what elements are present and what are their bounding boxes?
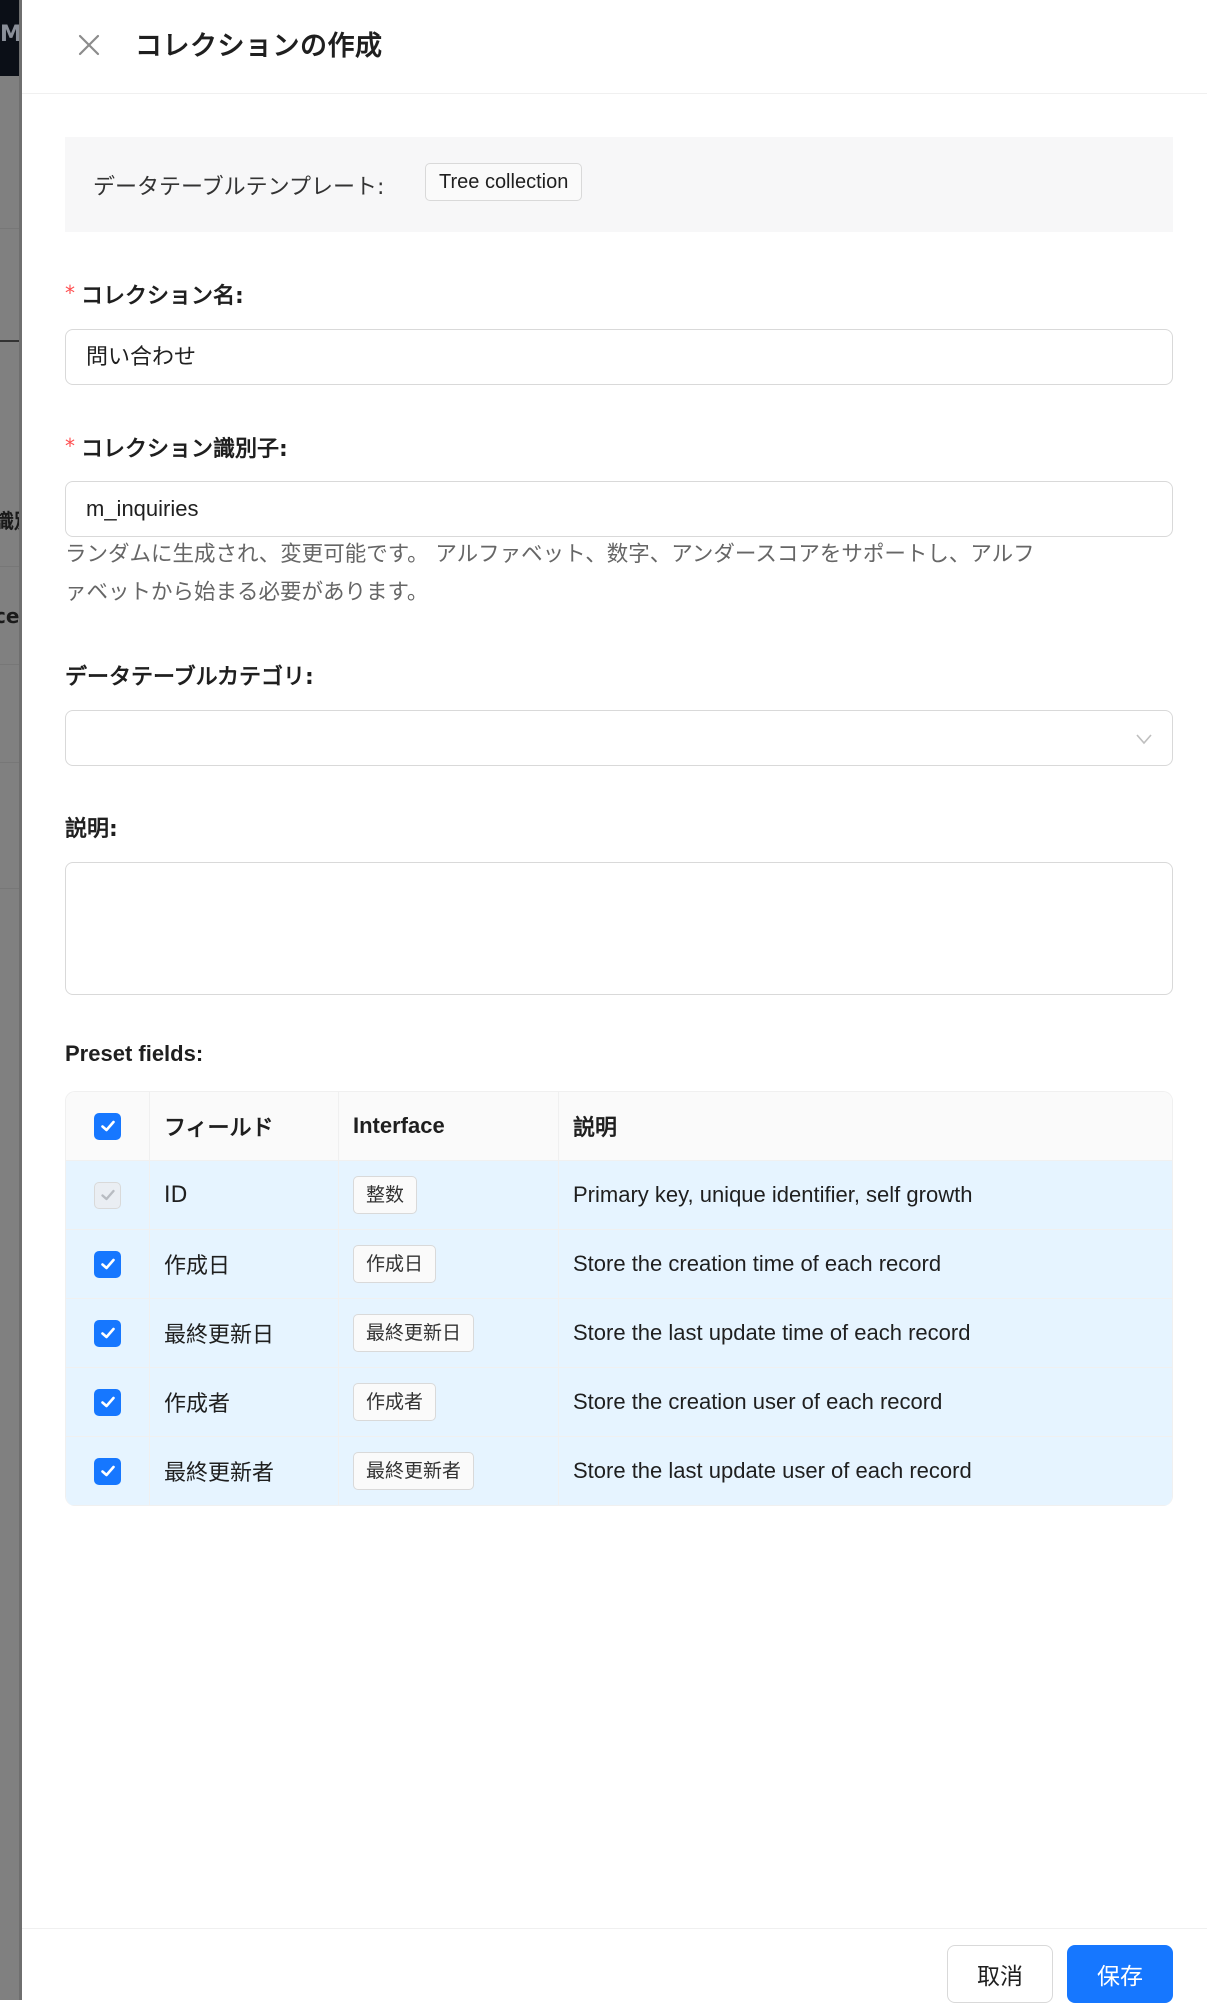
collection-identifier-input[interactable]: m_inquiries	[65, 481, 1173, 537]
help-line: ァベットから始まる必要があります。	[65, 580, 429, 605]
row-checkbox[interactable]	[94, 1181, 121, 1209]
row-checkbox[interactable]	[94, 1319, 121, 1347]
template-info-box: データテーブルテンプレート: Tree collection	[65, 137, 1173, 232]
description-textarea[interactable]	[65, 862, 1173, 995]
table-row: ID 整数 Primary key, unique identifier, se…	[66, 1161, 1172, 1230]
cancel-button[interactable]: 取消	[947, 1945, 1053, 2003]
table-row: 最終更新者 最終更新者 Store the last update user o…	[66, 1437, 1172, 1506]
column-header-interface: Interface	[339, 1092, 559, 1160]
interface-cell: 最終更新日	[339, 1299, 559, 1367]
collection-identifier-label: * コレクション識別子:	[65, 431, 288, 463]
interface-cell: 作成日	[339, 1230, 559, 1298]
collection-name-label-text: コレクション名:	[81, 284, 244, 309]
interface-cell: 整数	[339, 1161, 559, 1229]
help-line: ランダムに生成され、変更可能です。 アルファベット、数字、アンダースコアをサポー…	[65, 542, 1035, 567]
field-name: 作成者	[150, 1368, 339, 1436]
interface-cell: 作成者	[339, 1368, 559, 1436]
chevron-down-icon	[1136, 734, 1152, 745]
interface-tag: 整数	[353, 1176, 418, 1214]
field-description: Store the creation time of each record	[573, 1251, 942, 1276]
field-description: Primary key, unique identifier, self gro…	[573, 1182, 973, 1207]
required-mark: *	[65, 281, 75, 305]
collection-name-input[interactable]: 問い合わせ	[65, 329, 1173, 385]
row-checkbox[interactable]	[94, 1388, 121, 1416]
drawer-header: コレクションの作成	[22, 0, 1207, 94]
column-header-description: 説明	[573, 1116, 618, 1141]
collection-identifier-help: ランダムに生成され、変更可能です。 アルファベット、数字、アンダースコアをサポー…	[65, 536, 1173, 612]
row-checkbox[interactable]	[94, 1457, 121, 1485]
field-name: 最終更新者	[150, 1437, 339, 1505]
field-name: 作成日	[150, 1230, 339, 1298]
description-label: 説明:	[65, 817, 118, 842]
interface-tag: 最終更新者	[353, 1452, 475, 1490]
field-name: ID	[150, 1161, 339, 1229]
row-select-cell	[66, 1437, 150, 1505]
table-row: 最終更新日 最終更新日 Store the last update time o…	[66, 1299, 1172, 1368]
interface-tag: 作成日	[353, 1245, 437, 1283]
create-collection-drawer: コレクションの作成 データテーブルテンプレート: Tree collection…	[22, 0, 1207, 2003]
check-icon	[100, 1396, 115, 1408]
row-select-cell	[66, 1161, 150, 1229]
category-label: データテーブルカテゴリ:	[65, 665, 314, 690]
table-row: 作成者 作成者 Store the creation user of each …	[66, 1368, 1172, 1437]
column-header-field: フィールド	[150, 1092, 339, 1160]
table-header-row: フィールド Interface 説明	[66, 1092, 1172, 1161]
field-description: Store the last update time of each recor…	[573, 1320, 971, 1345]
collection-name-label: * コレクション名:	[65, 278, 244, 310]
category-select[interactable]	[65, 710, 1173, 766]
interface-tag: 作成者	[353, 1383, 437, 1421]
drawer-title: コレクションの作成	[135, 31, 383, 62]
check-icon	[100, 1465, 115, 1477]
close-button[interactable]	[74, 30, 104, 60]
background-app: M 識別 cer	[0, 0, 22, 2000]
row-select-cell	[66, 1368, 150, 1436]
template-tag: Tree collection	[425, 163, 583, 201]
select-all-checkbox[interactable]	[94, 1112, 121, 1140]
header-select-cell	[66, 1092, 150, 1160]
table-row: 作成日 作成日 Store the creation time of each …	[66, 1230, 1172, 1299]
template-label: データテーブルテンプレート:	[93, 175, 385, 200]
check-icon	[100, 1327, 115, 1339]
check-icon	[100, 1120, 115, 1132]
save-button[interactable]: 保存	[1067, 1945, 1173, 2003]
check-icon	[100, 1258, 115, 1270]
check-icon	[100, 1189, 115, 1201]
field-description: Store the creation user of each record	[573, 1389, 943, 1414]
row-checkbox[interactable]	[94, 1250, 121, 1278]
required-mark: *	[65, 434, 75, 458]
field-name: 最終更新日	[150, 1299, 339, 1367]
drawer-footer: 取消 保存	[22, 1928, 1207, 2003]
close-icon	[78, 34, 100, 56]
field-description: Store the last update user of each recor…	[573, 1458, 972, 1483]
collection-identifier-label-text: コレクション識別子:	[81, 437, 288, 462]
interface-tag: 最終更新日	[353, 1314, 475, 1352]
interface-cell: 最終更新者	[339, 1437, 559, 1505]
preset-fields-table: フィールド Interface 説明 ID 整数 Primary key, un…	[65, 1091, 1173, 1506]
row-select-cell	[66, 1230, 150, 1298]
row-select-cell	[66, 1299, 150, 1367]
preset-fields-label: Preset fields:	[65, 1041, 204, 1066]
